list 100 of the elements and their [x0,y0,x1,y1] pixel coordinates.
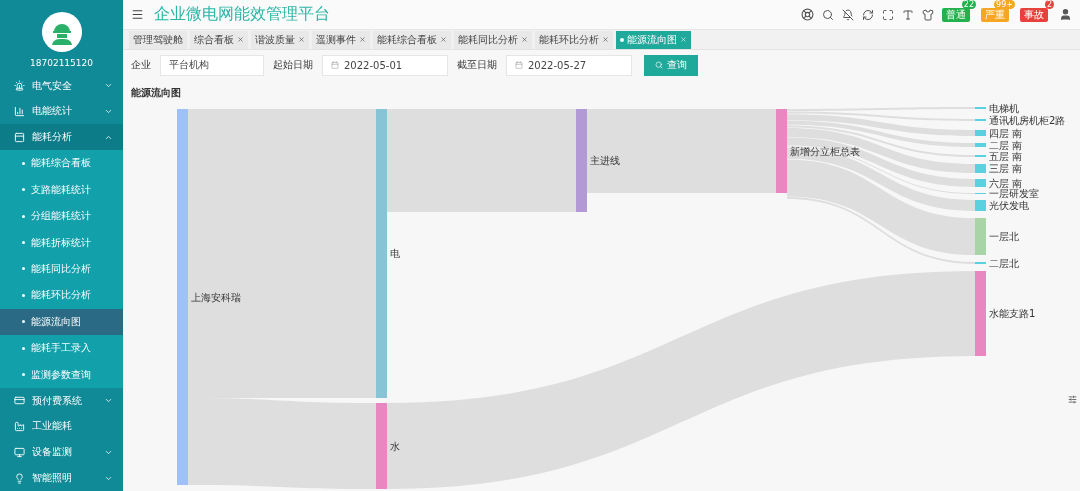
menu-item[interactable]: 能耗分析 [0,124,123,151]
menu-item[interactable]: 智能照明 [0,465,123,491]
menu-item[interactable]: 工业能耗 [0,413,123,440]
close-icon[interactable] [521,36,528,43]
search-icon [655,61,663,69]
shirt-icon[interactable] [922,8,934,21]
page-tab[interactable]: 综合看板 [190,30,248,49]
submenu-label: 能耗环比分析 [31,288,91,303]
close-icon[interactable] [298,36,305,43]
node-label: 三层 南 [989,163,1023,174]
field-label: 起始日期 [273,58,313,72]
calendar-icon [515,61,523,69]
bullet-icon [22,320,25,324]
date-field[interactable]: 2022-05-27 [506,54,632,76]
node-label: 新增分立柜总表 [790,145,860,157]
dot-icon [620,37,624,42]
font-icon[interactable] [902,8,914,21]
sliders-icon[interactable] [1068,395,1077,404]
bullet-icon [22,293,25,297]
field-label: 企业 [131,58,151,72]
bullet-icon [22,267,25,271]
bullet-icon [22,373,25,377]
submenu-item[interactable]: 能耗折标统计 [0,229,123,256]
alert-button[interactable]: 事故 [1020,7,1048,22]
node-label: 主进线 [590,155,620,166]
help-icon[interactable] [801,8,814,21]
submenu-label: 能源流向图 [31,314,81,329]
submenu-item[interactable]: 能耗手工录入 [0,334,123,362]
monitor-icon [14,446,25,458]
page-tab[interactable]: 能耗综合看板 [373,30,451,49]
submenu-item[interactable]: 分组能耗统计 [0,203,123,230]
query-button[interactable]: 查询 [644,54,698,76]
search-icon[interactable] [822,8,834,21]
page-tab[interactable]: 管理驾驶舱 [129,30,187,49]
close-icon[interactable] [440,36,447,43]
siren-icon [14,80,25,92]
submenu-item[interactable]: 能耗同比分析 [0,255,123,283]
company-field[interactable]: 平台机构 [160,54,264,76]
bell-off-icon[interactable] [842,8,854,21]
count-badge: 99+ [994,0,1015,9]
close-icon[interactable] [602,36,609,43]
submenu-label: 能耗同比分析 [31,261,91,276]
submenu-label: 支路能耗统计 [31,182,91,197]
node-label: 通讯机房机柜2路 [989,114,1066,126]
page-tab[interactable]: 遥测事件 [312,30,370,49]
submenu-label: 能耗综合看板 [31,156,91,171]
app-title: 企业微电网能效管理平台 [154,4,331,25]
node-label: 上海安科瑞 [191,291,241,303]
page-tab[interactable]: 能源流向图 [616,30,691,49]
submenu-item[interactable]: 能耗综合看板 [0,150,123,177]
bar-chart-icon [14,105,25,117]
node-label: 光伏发电 [989,200,1029,211]
fullscreen-icon[interactable] [882,8,894,21]
page-tab[interactable]: 能耗同比分析 [454,30,532,49]
factory-icon [14,420,25,432]
bullet-icon [22,188,25,192]
submenu-item[interactable]: 能源流向图 [0,308,123,335]
refresh-icon[interactable] [862,8,874,21]
bullet-icon [22,161,25,165]
bulb-icon [14,472,25,484]
menu-item[interactable]: 电能统计 [0,98,123,125]
user-icon[interactable] [1059,8,1072,21]
node-label: 电梯机 [989,103,1019,114]
calendar-icon [331,61,339,69]
submenu-item[interactable]: 监测参数查询 [0,361,123,388]
submenu-label: 分组能耗统计 [31,209,91,224]
close-icon[interactable] [359,36,366,43]
count-badge: 2 [1044,0,1054,9]
page-tab[interactable]: 能耗环比分析 [535,30,613,49]
panel-icon [14,131,25,143]
close-icon[interactable] [237,36,244,43]
submenu-item[interactable]: 能耗环比分析 [0,282,123,309]
node-label: 电 [390,248,400,259]
bullet-icon [22,214,25,218]
node-label: 六层 南 [989,177,1023,189]
chart-title: 能源流向图 [130,86,182,100]
menu-item[interactable]: 设备监测 [0,439,123,466]
node-label: 一层北 [989,231,1019,242]
card-icon [14,395,25,407]
page-tab[interactable]: 谐波质量 [251,30,309,49]
submenu-item[interactable]: 支路能耗统计 [0,176,123,203]
alert-button[interactable]: 普通 [942,7,970,22]
menu-icon[interactable] [131,8,144,21]
field-label: 截至日期 [457,58,497,72]
submenu-label: 能耗折标统计 [31,235,91,250]
bullet-icon [22,241,25,245]
menu-item[interactable]: 预付费系统 [0,387,123,414]
node-label: 五层 南 [989,150,1023,162]
node-label: 一层研发室 [989,188,1039,199]
date-field[interactable]: 2022-05-01 [322,54,448,76]
submenu-label: 能耗手工录入 [31,341,91,356]
node-label: 四层 南 [989,127,1023,139]
node-label: 水 [390,440,400,452]
bullet-icon [22,346,25,350]
submenu-label: 监测参数查询 [31,367,91,382]
menu-item[interactable]: 电气安全 [0,72,123,99]
user-phone: 18702115120 [29,57,94,68]
node-label: 二层 南 [989,139,1023,151]
node-label: 水能支路1 [989,308,1036,319]
node-label: 二层北 [989,257,1019,269]
